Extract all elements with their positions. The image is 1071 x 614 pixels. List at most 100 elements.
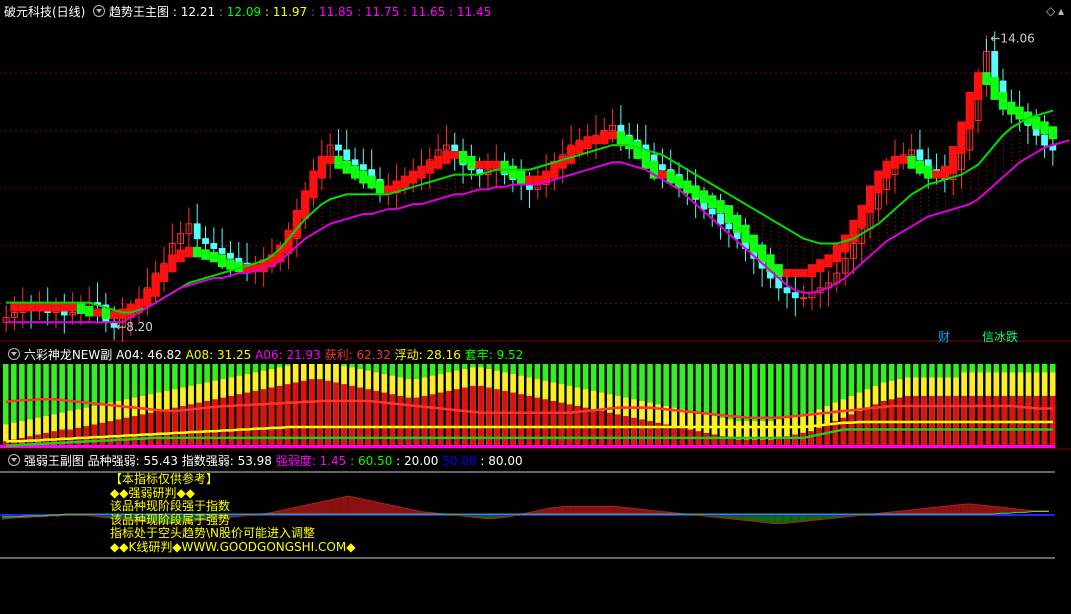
fill-dot bbox=[787, 232, 789, 234]
fill-dot bbox=[986, 170, 988, 172]
trend-block bbox=[409, 170, 418, 184]
trend-block bbox=[791, 269, 800, 278]
bar-red bbox=[494, 389, 500, 448]
fill-dot bbox=[587, 164, 589, 166]
fill-dot bbox=[454, 178, 456, 180]
fill-dot bbox=[994, 181, 996, 183]
fill-dot bbox=[330, 215, 332, 217]
trend-block bbox=[1007, 101, 1016, 115]
chevron-up-icon[interactable]: ▴ bbox=[1058, 4, 1064, 18]
fill-dot bbox=[994, 177, 996, 179]
trend-block bbox=[151, 274, 160, 297]
fill-dot bbox=[770, 238, 772, 240]
fill-dot bbox=[787, 256, 789, 258]
note-line: 该品种现阶段强于指数 bbox=[110, 499, 231, 513]
fill-dot bbox=[994, 157, 996, 159]
fill-dot bbox=[338, 204, 340, 206]
bar-red bbox=[180, 406, 186, 448]
sub1-title[interactable]: 六彩神龙NEW副 bbox=[24, 348, 112, 362]
fill-dot bbox=[778, 227, 780, 229]
fill-dot bbox=[438, 183, 440, 185]
fill-dot bbox=[762, 238, 764, 239]
dropdown-icon[interactable] bbox=[93, 5, 106, 17]
trend-block bbox=[492, 160, 501, 169]
fill-dot bbox=[969, 185, 971, 187]
fill-dot bbox=[363, 198, 365, 200]
trend-block bbox=[899, 155, 908, 164]
trend-block bbox=[309, 170, 318, 199]
fill-dot bbox=[338, 200, 340, 202]
dropdown-icon[interactable] bbox=[8, 454, 20, 466]
fill-dot bbox=[919, 193, 921, 195]
trend-block bbox=[317, 155, 326, 179]
bar-red bbox=[639, 419, 645, 448]
fill-dot bbox=[612, 153, 614, 155]
fill-dot bbox=[429, 190, 431, 191]
trend-block bbox=[26, 303, 36, 312]
candle-body bbox=[916, 149, 924, 161]
bar-red bbox=[647, 421, 653, 448]
fill-dot bbox=[321, 224, 323, 226]
bar-red bbox=[832, 421, 839, 448]
fill-dot bbox=[313, 223, 315, 225]
fill-dot bbox=[1011, 151, 1013, 153]
fill-dot bbox=[1003, 139, 1005, 141]
fill-dot bbox=[753, 217, 755, 219]
fill-dot bbox=[446, 181, 448, 183]
fill-dot bbox=[355, 206, 357, 208]
trend-block bbox=[932, 170, 941, 179]
trend-block bbox=[168, 254, 177, 273]
fill-dot bbox=[770, 242, 772, 244]
tag-cai: 财 bbox=[938, 330, 951, 344]
fill-dot bbox=[919, 205, 921, 207]
fill-dot bbox=[355, 202, 357, 204]
fill-dot bbox=[371, 198, 373, 200]
sub1-values: A04: 46.82 A08: 31.25 A06: 21.93 获利: 62.… bbox=[116, 348, 523, 362]
trend-block bbox=[566, 146, 576, 164]
fill-dot bbox=[936, 210, 938, 211]
main-candlestick-chart: ←14.06 ←8.20 bbox=[0, 31, 1071, 342]
trend-block bbox=[998, 91, 1008, 110]
trend-block bbox=[184, 246, 194, 258]
stock-name[interactable]: 破元科技(日线) bbox=[4, 5, 85, 19]
fill-dot bbox=[828, 247, 830, 249]
main-indicator-name[interactable]: 趋势王主图 bbox=[109, 5, 169, 19]
fill-dot bbox=[961, 194, 963, 196]
fill-dot bbox=[1027, 150, 1029, 151]
trend-block bbox=[143, 288, 152, 307]
trend-block bbox=[342, 160, 351, 174]
fill-dot bbox=[629, 161, 631, 163]
header-value: A04: 46.82 bbox=[116, 348, 182, 362]
fill-dot bbox=[346, 198, 348, 200]
fill-dot bbox=[1011, 139, 1013, 141]
fill-dot bbox=[338, 216, 340, 218]
dropdown-icon[interactable] bbox=[8, 348, 20, 360]
trend-block bbox=[716, 200, 725, 214]
fill-dot bbox=[803, 278, 805, 280]
candle-body bbox=[218, 247, 226, 254]
trend-block bbox=[193, 246, 202, 258]
fill-dot bbox=[911, 198, 913, 200]
fill-dot bbox=[936, 194, 938, 195]
fill-dot bbox=[911, 222, 913, 224]
fill-dot bbox=[620, 153, 622, 155]
trend-block bbox=[965, 91, 974, 130]
fill-dot bbox=[1003, 163, 1005, 165]
fill-dot bbox=[778, 259, 780, 261]
fill-dot bbox=[870, 248, 872, 250]
bar-red bbox=[365, 389, 371, 448]
fill-dot bbox=[878, 243, 880, 245]
fill-dot bbox=[762, 230, 764, 231]
diamond-icon[interactable]: ◇ bbox=[1046, 4, 1055, 18]
bar-red bbox=[848, 414, 855, 448]
trend-block bbox=[625, 136, 634, 150]
fill-dot bbox=[811, 253, 813, 255]
fill-dot bbox=[728, 198, 730, 200]
fill-dot bbox=[820, 255, 822, 257]
fill-dot bbox=[795, 241, 797, 243]
fill-dot bbox=[604, 159, 606, 161]
header-value: : 11.75 bbox=[353, 5, 400, 19]
trend-block bbox=[733, 214, 742, 233]
trend-block bbox=[990, 77, 999, 100]
trend-block bbox=[724, 205, 734, 223]
